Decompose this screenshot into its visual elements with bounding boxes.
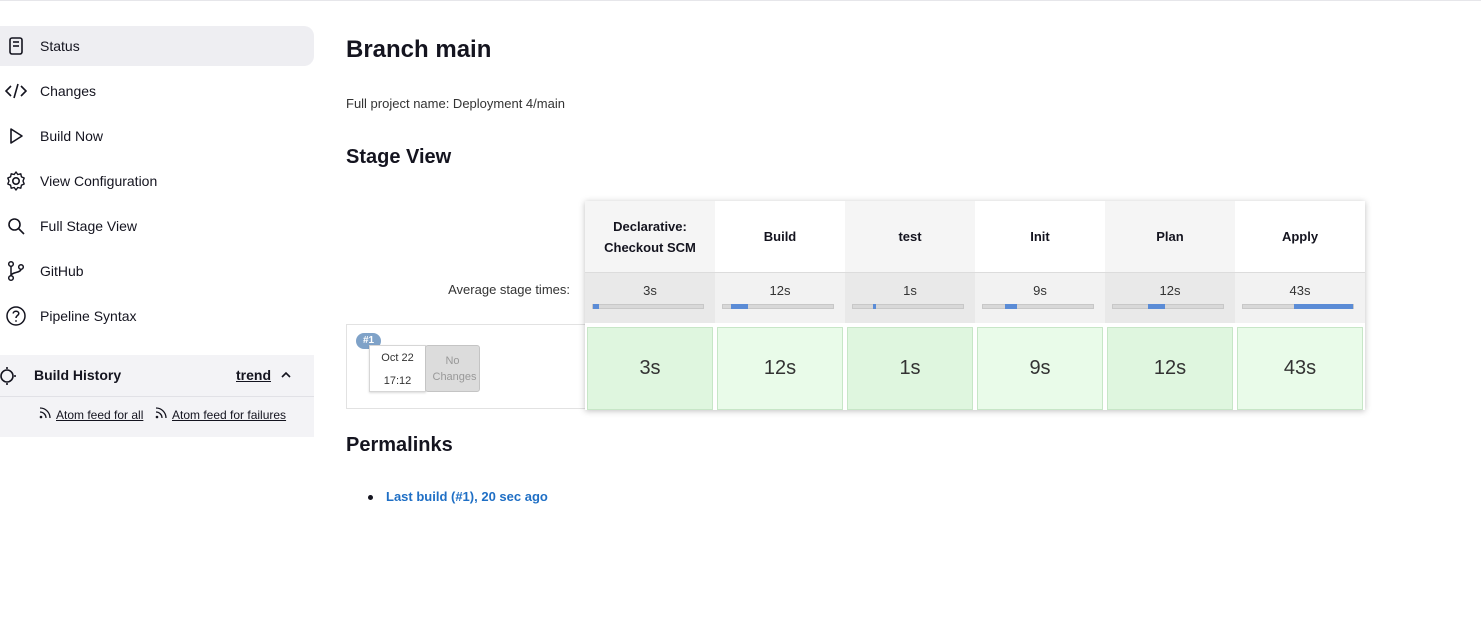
rss-icon	[154, 406, 168, 420]
full-project-name: Full project name: Deployment 4/main	[346, 96, 565, 111]
stage-column: Init 9s 9s	[975, 201, 1105, 410]
stage-average: 9s	[975, 272, 1105, 323]
stage-column: Apply 43s 43s	[1235, 201, 1365, 410]
stage-header: Plan	[1105, 201, 1235, 272]
stage-avg-time: 12s	[1159, 283, 1181, 298]
atom-feed-all-link[interactable]: Atom feed for all	[56, 408, 143, 422]
sidebar: Status Changes Build Now View Configurat…	[0, 26, 314, 437]
stage-average: 43s	[1235, 272, 1365, 323]
stage-avg-bar	[722, 304, 834, 309]
top-border	[0, 0, 1481, 1]
stage-column: Build 12s 12s	[715, 201, 845, 410]
no-changes-label: No Changes	[432, 354, 477, 383]
stage-name: Init	[1030, 229, 1050, 244]
stage-avg-fill	[873, 304, 876, 309]
build-time: 17:12	[383, 375, 412, 387]
stage-column: test 1s 1s	[845, 201, 975, 410]
build-row: #1 Oct 22 17:12 No Changes	[346, 324, 586, 409]
sidebar-item-github[interactable]: GitHub	[0, 251, 314, 291]
stage-average: 12s	[1105, 272, 1235, 323]
list-bullet	[368, 495, 373, 500]
stage-avg-bar	[592, 304, 704, 309]
search-icon	[5, 215, 27, 237]
stage-run-cell[interactable]: 9s	[977, 327, 1103, 410]
stage-avg-bar	[1242, 304, 1354, 309]
stage-avg-bar	[1112, 304, 1224, 309]
stage-name: test	[898, 229, 922, 244]
stage-header: Apply	[1235, 201, 1365, 272]
build-history-header: Build History trend	[0, 355, 314, 397]
permalink-last-build[interactable]: Last build (#1), 20 sec ago	[386, 489, 548, 504]
help-icon	[5, 305, 27, 327]
stage-avg-bar	[852, 304, 964, 309]
stage-avg-time: 3s	[643, 283, 657, 298]
document-icon	[5, 35, 27, 57]
stage-run-cell[interactable]: 3s	[587, 327, 713, 410]
stage-run-cell[interactable]: 1s	[847, 327, 973, 410]
stage-name: Build	[763, 229, 797, 244]
sidebar-item-label: Full Stage View	[40, 218, 138, 234]
build-history-panel: Build History trend Atom feed for all At…	[0, 355, 314, 437]
sidebar-item-full-stage-view[interactable]: Full Stage View	[0, 206, 314, 246]
sidebar-item-changes[interactable]: Changes	[0, 71, 314, 111]
code-icon	[5, 80, 27, 102]
sidebar-item-view-configuration[interactable]: View Configuration	[0, 161, 314, 201]
build-date: Oct 22	[381, 352, 414, 364]
sidebar-item-pipeline-syntax[interactable]: Pipeline Syntax	[0, 296, 314, 336]
stage-avg-fill	[1005, 304, 1017, 309]
sidebar-item-label: Pipeline Syntax	[40, 308, 137, 324]
gear-icon	[5, 170, 27, 192]
trend-link[interactable]: trend	[236, 367, 271, 383]
stage-avg-time: 43s	[1289, 283, 1311, 298]
atom-feed-failures-link[interactable]: Atom feed for failures	[172, 408, 286, 422]
sidebar-item-build-now[interactable]: Build Now	[0, 116, 314, 156]
stage-run-cell[interactable]: 43s	[1237, 327, 1363, 410]
history-icon	[0, 365, 18, 387]
average-stage-times-label: Average stage times:	[448, 282, 570, 297]
stage-header: test	[845, 201, 975, 272]
rss-icon	[38, 406, 52, 420]
permalinks-title: Permalinks	[346, 434, 453, 456]
no-changes-box: No Changes	[425, 345, 480, 392]
page-title: Branch main	[346, 36, 492, 63]
stage-avg-fill	[1148, 304, 1165, 309]
stage-name: Apply	[1281, 229, 1319, 244]
stage-header: Declarative: Checkout SCM	[585, 201, 715, 272]
stage-avg-bar	[982, 304, 1094, 309]
stage-average: 1s	[845, 272, 975, 323]
stage-run-cell[interactable]: 12s	[1107, 327, 1233, 410]
stage-name: Declarative: Checkout SCM	[604, 218, 696, 255]
stage-view-title: Stage View	[346, 146, 452, 168]
sidebar-item-label: Build Now	[40, 128, 104, 144]
stage-avg-fill	[1294, 304, 1353, 309]
stage-avg-time: 1s	[903, 283, 917, 298]
stage-view-table: Declarative: Checkout SCM 3s 3s Build 12…	[585, 201, 1365, 410]
sidebar-item-label: Status	[40, 38, 80, 54]
stage-header: Init	[975, 201, 1105, 272]
stage-avg-fill	[731, 304, 748, 309]
build-history-title: Build History	[34, 367, 122, 383]
stage-column: Plan 12s 12s	[1105, 201, 1235, 410]
stage-avg-time: 12s	[769, 283, 791, 298]
sidebar-item-status[interactable]: Status	[0, 26, 314, 66]
sidebar-item-label: Changes	[40, 83, 97, 99]
stage-name: Plan	[1156, 229, 1184, 244]
stage-average: 3s	[585, 272, 715, 323]
play-icon	[5, 125, 27, 147]
chevron-up-icon[interactable]	[279, 368, 293, 382]
stage-avg-fill	[593, 304, 599, 309]
stage-average: 12s	[715, 272, 845, 323]
stage-avg-time: 9s	[1033, 283, 1047, 298]
stage-column: Declarative: Checkout SCM 3s 3s	[585, 201, 715, 410]
stage-run-cell[interactable]: 12s	[717, 327, 843, 410]
stage-header: Build	[715, 201, 845, 272]
branch-icon	[5, 260, 27, 282]
sidebar-item-label: View Configuration	[40, 173, 158, 189]
sidebar-item-label: GitHub	[40, 263, 84, 279]
build-date-box[interactable]: Oct 22 17:12	[369, 345, 426, 392]
